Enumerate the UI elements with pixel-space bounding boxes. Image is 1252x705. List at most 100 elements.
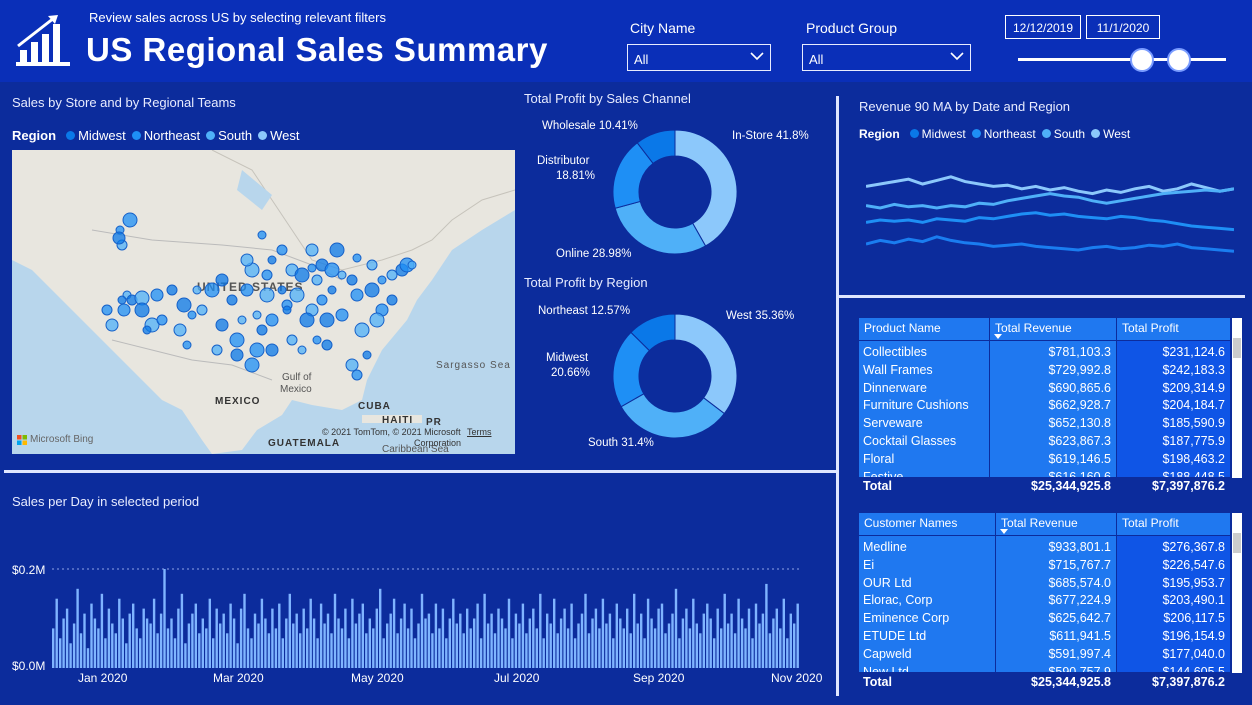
- day-bar[interactable]: [312, 618, 316, 669]
- day-bar[interactable]: [448, 618, 451, 669]
- day-bar[interactable]: [793, 623, 796, 669]
- day-bar[interactable]: [292, 623, 295, 669]
- day-bar[interactable]: [431, 633, 434, 668]
- day-bar[interactable]: [420, 593, 424, 668]
- day-bar[interactable]: [730, 613, 733, 668]
- store-marker[interactable]: [319, 312, 335, 328]
- store-marker[interactable]: [112, 231, 126, 245]
- day-bar[interactable]: [326, 613, 330, 668]
- day-bar[interactable]: [765, 583, 768, 668]
- product-filter-dropdown[interactable]: All: [802, 44, 971, 71]
- table-row[interactable]: Floral $619,146.5 $198,463.2: [859, 450, 1230, 467]
- store-marker[interactable]: [229, 332, 245, 348]
- day-bar[interactable]: [264, 618, 267, 669]
- day-bar[interactable]: [716, 608, 719, 668]
- store-marker[interactable]: [215, 318, 229, 332]
- day-bar[interactable]: [688, 628, 692, 668]
- day-bar[interactable]: [490, 613, 493, 668]
- day-bar[interactable]: [170, 618, 173, 669]
- day-bar[interactable]: [372, 628, 375, 668]
- store-marker[interactable]: [276, 244, 288, 256]
- day-bar[interactable]: [744, 628, 747, 668]
- legend-item-midwest[interactable]: Midwest: [909, 127, 966, 141]
- day-bar[interactable]: [706, 603, 709, 668]
- day-bar[interactable]: [584, 593, 587, 668]
- store-marker[interactable]: [366, 259, 378, 271]
- day-bar[interactable]: [497, 608, 500, 668]
- day-bar[interactable]: [201, 618, 204, 669]
- store-marker[interactable]: [257, 230, 267, 240]
- store-marker[interactable]: [244, 357, 260, 373]
- day-bar[interactable]: [229, 603, 232, 668]
- store-marker[interactable]: [386, 294, 398, 306]
- store-marker[interactable]: [150, 288, 164, 302]
- date-slider-end-handle[interactable]: [1167, 48, 1191, 72]
- day-bar[interactable]: [319, 603, 323, 668]
- day-bar[interactable]: [629, 633, 632, 668]
- day-bar[interactable]: [549, 623, 552, 669]
- day-bar[interactable]: [455, 623, 458, 669]
- day-bar[interactable]: [726, 623, 730, 669]
- day-bar[interactable]: [424, 618, 427, 669]
- day-bar[interactable]: [281, 638, 284, 668]
- day-bar[interactable]: [271, 608, 274, 668]
- ma-line-south[interactable]: [866, 187, 1234, 210]
- day-bar[interactable]: [236, 643, 239, 668]
- day-bar[interactable]: [667, 623, 671, 669]
- day-bar[interactable]: [173, 638, 177, 668]
- day-bar[interactable]: [83, 613, 86, 668]
- day-bar[interactable]: [62, 618, 65, 669]
- store-marker[interactable]: [261, 269, 273, 281]
- day-bar[interactable]: [775, 608, 778, 668]
- day-bar[interactable]: [646, 598, 650, 668]
- day-bar[interactable]: [580, 613, 584, 668]
- day-bar[interactable]: [434, 603, 438, 668]
- store-marker[interactable]: [345, 358, 359, 372]
- day-bar[interactable]: [69, 643, 72, 668]
- store-marker[interactable]: [176, 297, 192, 313]
- day-bar[interactable]: [316, 638, 319, 668]
- store-marker[interactable]: [142, 325, 152, 335]
- day-bar[interactable]: [410, 608, 413, 668]
- day-bar[interactable]: [417, 623, 420, 669]
- day-bar[interactable]: [452, 598, 455, 668]
- day-bar[interactable]: [473, 618, 476, 669]
- day-bar[interactable]: [358, 613, 361, 668]
- day-bar[interactable]: [55, 598, 58, 668]
- day-bar[interactable]: [542, 638, 545, 668]
- table-scrollbar[interactable]: [1232, 318, 1242, 478]
- day-bar[interactable]: [556, 633, 559, 668]
- day-bar[interactable]: [187, 623, 191, 669]
- day-bar[interactable]: [539, 593, 542, 668]
- day-bar[interactable]: [375, 608, 378, 668]
- day-bar[interactable]: [361, 603, 364, 668]
- day-bar[interactable]: [379, 588, 382, 668]
- day-bar[interactable]: [591, 618, 594, 669]
- table-row[interactable]: Capweld $591,997.4 $177,040.0: [859, 645, 1230, 662]
- table-scrollbar[interactable]: [1232, 513, 1242, 673]
- channel-donut-chart[interactable]: [605, 122, 745, 262]
- day-bar[interactable]: [107, 608, 111, 668]
- day-bar[interactable]: [633, 593, 636, 668]
- store-marker[interactable]: [240, 253, 254, 267]
- day-bar[interactable]: [392, 598, 396, 668]
- day-bar[interactable]: [681, 618, 685, 669]
- store-marker[interactable]: [307, 263, 317, 273]
- store-marker[interactable]: [337, 270, 347, 280]
- store-marker[interactable]: [265, 343, 279, 357]
- store-marker[interactable]: [122, 212, 138, 228]
- legend-item-west[interactable]: West: [1091, 127, 1130, 141]
- day-bar[interactable]: [212, 638, 215, 668]
- day-bar[interactable]: [754, 603, 758, 668]
- day-bar[interactable]: [145, 618, 149, 669]
- day-bar[interactable]: [208, 598, 211, 668]
- day-bar[interactable]: [486, 623, 490, 669]
- day-bar[interactable]: [194, 603, 197, 668]
- date-start-input[interactable]: 12/12/2019: [1005, 15, 1081, 39]
- day-bar[interactable]: [152, 598, 156, 668]
- day-bar[interactable]: [577, 623, 580, 669]
- table-row[interactable]: Furniture Cushions $662,928.7 $204,184.7: [859, 396, 1230, 413]
- day-bar[interactable]: [184, 643, 187, 668]
- day-bar[interactable]: [441, 608, 445, 668]
- store-marker[interactable]: [364, 282, 380, 298]
